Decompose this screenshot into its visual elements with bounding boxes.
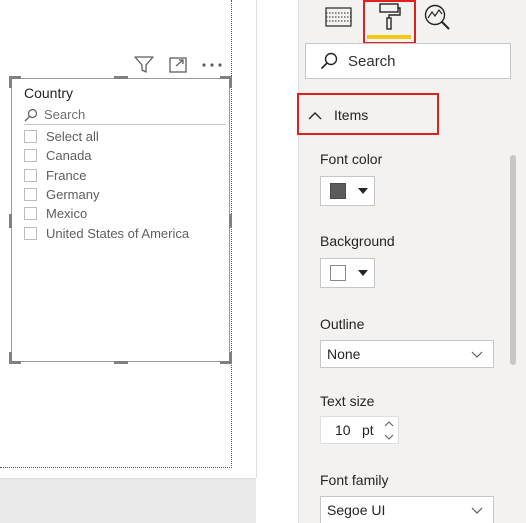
items-section-header[interactable]: Items (298, 94, 526, 136)
text-size-stepper[interactable]: 10 pt (320, 416, 399, 444)
filter-icon[interactable] (132, 54, 156, 76)
focus-mode-icon[interactable] (166, 54, 190, 76)
caret-down-icon (358, 270, 368, 276)
background-color-swatch (330, 265, 346, 281)
font-family-label: Font family (320, 472, 389, 488)
chevron-down-icon (384, 434, 394, 440)
font-color-picker[interactable] (320, 176, 375, 206)
slicer-item-label: Mexico (46, 206, 88, 222)
slicer-title: Country (24, 85, 74, 101)
font-color-swatch (330, 183, 346, 199)
slicer-list: Select all Canada France Germany Mexico … (24, 127, 189, 243)
background-color-picker[interactable] (320, 258, 375, 288)
text-size-unit: pt (362, 422, 374, 438)
slicer-item-germany[interactable]: Germany (24, 185, 189, 204)
resize-handle-bottom-right-v[interactable] (229, 352, 232, 364)
slicer-item-usa[interactable]: United States of America (24, 223, 189, 242)
chevron-down-icon (471, 507, 483, 514)
analytics-icon[interactable] (422, 3, 452, 31)
active-tab-indicator (367, 35, 411, 39)
slicer-item-label: Germany (46, 187, 100, 203)
slicer-search-input[interactable]: Search (24, 105, 226, 125)
text-size-value[interactable]: 10 (335, 422, 355, 438)
resize-handle-top-left-v[interactable] (9, 76, 12, 88)
canvas-boundary-bottom (0, 467, 232, 468)
font-family-dropdown[interactable]: Segoe UI (320, 496, 494, 523)
checkbox[interactable] (24, 130, 37, 144)
text-size-spinner (382, 418, 396, 442)
increment-button[interactable] (382, 418, 396, 429)
decrement-button[interactable] (382, 431, 396, 442)
slicer-item-france[interactable]: France (24, 166, 189, 185)
resize-handle-bottom-left-v[interactable] (9, 352, 12, 364)
slicer-item-label: France (46, 167, 87, 183)
pane-divider (256, 0, 257, 478)
text-size-label: Text size (320, 393, 375, 409)
resize-handle-right[interactable] (229, 214, 232, 228)
outline-value: None (327, 346, 361, 362)
chevron-up-icon (308, 111, 322, 119)
outline-dropdown[interactable]: None (320, 340, 494, 368)
slicer-item-canada[interactable]: Canada (24, 146, 189, 165)
slicer-item-label: Canada (46, 148, 92, 164)
checkbox[interactable] (24, 168, 37, 182)
caret-down-icon (358, 188, 368, 194)
chevron-down-icon (471, 351, 483, 358)
canvas-boundary (231, 0, 232, 468)
background-label: Background (320, 233, 395, 249)
resize-handle-top[interactable] (114, 76, 128, 79)
font-family-value: Segoe UI (327, 502, 386, 518)
paint-roller-icon[interactable] (374, 3, 404, 31)
visual-header (132, 54, 224, 76)
more-options-icon[interactable] (200, 54, 224, 76)
checkbox[interactable] (24, 149, 37, 163)
fields-icon[interactable] (324, 3, 354, 31)
search-icon (320, 52, 338, 70)
slicer-item-mexico[interactable]: Mexico (24, 204, 189, 223)
font-color-label: Font color (320, 151, 383, 167)
outline-label: Outline (320, 316, 365, 332)
pane-search-placeholder: Search (348, 52, 396, 70)
slicer-item-label: Select all (46, 129, 99, 145)
checkbox[interactable] (24, 207, 37, 221)
slicer-search-placeholder: Search (44, 107, 86, 122)
slicer-item-label: United States of America (46, 225, 190, 241)
pane-scrollbar[interactable] (510, 155, 516, 365)
resize-handle-bottom[interactable] (114, 361, 128, 364)
chevron-up-icon (384, 420, 394, 426)
checkbox[interactable] (24, 226, 37, 240)
pane-search-input[interactable]: Search (305, 43, 511, 79)
slicer-item-select-all[interactable]: Select all (24, 127, 189, 146)
checkbox[interactable] (24, 188, 37, 202)
country-slicer[interactable]: Country Search Select all Canada France … (9, 76, 232, 364)
search-icon (24, 108, 38, 121)
items-section-title: Items (334, 107, 369, 123)
page-footer-bar (0, 478, 256, 523)
resize-handle-left[interactable] (9, 214, 12, 228)
resize-handle-top-right-v[interactable] (229, 76, 232, 88)
